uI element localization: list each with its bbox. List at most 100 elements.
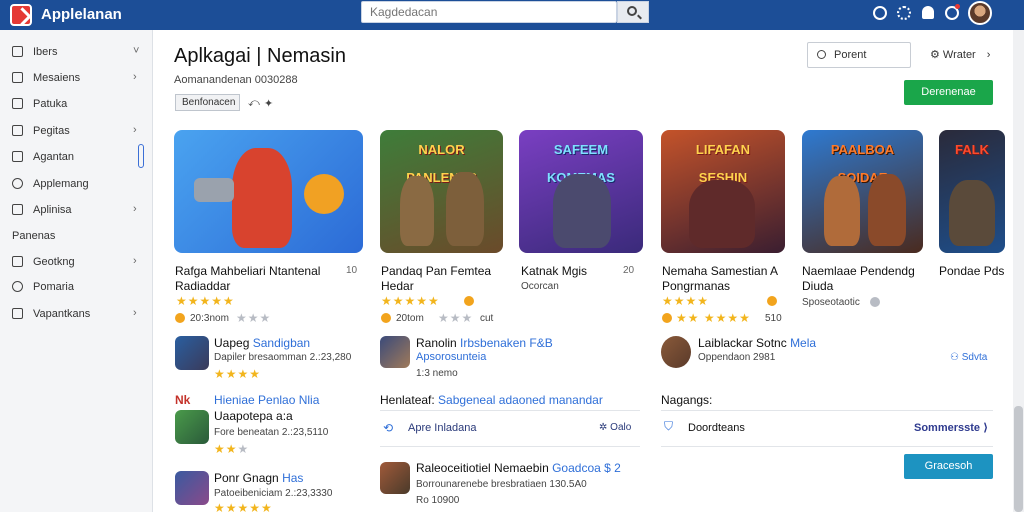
sidebar-item-6[interactable]: Aplinisa › [0,198,153,222]
list-section-title: Nagangs: [661,393,713,407]
award-icon [767,296,777,306]
avatar[interactable] [661,336,691,368]
card-title[interactable]: Nemaha Samestian A Pongrmanas [662,264,787,294]
list-item-meta: Ro 10900 [416,495,460,506]
view-label: Wrater [942,49,976,61]
page-subtitle: Aomanandenan 0030288 [174,74,298,86]
game-card-image[interactable]: SAFEEM KOMEMAS [519,130,643,253]
folder-icon [12,308,23,319]
primary-button[interactable]: Derenenae [904,80,993,105]
game-banner: LIFAFAN SESHIN [695,142,751,185]
scrollbar-thumb[interactable] [1014,406,1023,512]
home-icon [12,46,23,57]
game-banner: PAALBOA SOIDAE [830,142,895,185]
card-title[interactable]: Rafga Mahbeliari Ntantenal Radiaddar [175,264,335,294]
card-title[interactable]: Pondae Pds [939,264,1009,279]
list-item-title[interactable]: Apre Inladana [408,422,477,434]
card-meta: 20:3nom [190,313,229,324]
share-icon[interactable]: ⤺ [248,97,260,110]
game-card-image[interactable]: PAALBOA SOIDAE [802,130,923,253]
notification-badge [955,4,960,9]
game-card-image[interactable]: NALOR PANLENAS [380,130,503,253]
list-item-action[interactable]: ⚇ Sdvta [950,352,987,363]
gear-icon[interactable] [897,6,911,20]
sidebar-item-label: Pomaria [33,281,74,293]
bell-icon[interactable] [922,6,934,19]
search-button[interactable] [617,1,649,23]
list-item-meta: ✲ Oalo [599,422,632,433]
game-banner: NALOR PANLENAS [406,142,477,185]
list-thumbnail[interactable] [175,336,209,370]
game-card-image[interactable] [174,130,363,253]
view-options-link[interactable]: ⚙ Wrater › [930,48,990,61]
sidebar-item-label: Ibers [33,46,58,58]
settings-icon: ⚙ [930,49,943,61]
list-item-tag: Nk [175,393,191,407]
sidebar-item-label: Pegitas [33,125,70,137]
tools-icon [12,204,23,215]
search-input[interactable] [361,1,617,23]
card-title[interactable]: Naemlaae Pendendg Diuda [802,264,927,294]
avatar[interactable] [968,1,992,25]
sidebar-item-label: Geotkng [33,256,75,268]
calendar-icon [12,151,23,162]
divider [380,446,640,447]
list-thumbnail[interactable] [175,471,209,505]
sidebar-item-3[interactable]: Pegitas › [0,119,153,143]
sidebar-item-1[interactable]: Mesaiens › [0,66,153,90]
sidebar-item-5[interactable]: Applemang [0,172,153,196]
award-icon [662,313,672,323]
rating-stars: ★★★★ [214,367,262,381]
sidebar-item-home[interactable]: Ibers ˅ [0,40,153,64]
card-title[interactable]: Pandaq Pan Femtea Hedar [381,264,501,294]
list-item-title[interactable]: Hieniae Penlao Nlia [214,393,319,407]
chevron-right-icon: › [133,255,137,267]
character-figure [868,174,906,246]
rating-stars: ★★ ★★★★ [676,311,751,325]
help-icon[interactable] [873,6,887,20]
sidebar-item-label: Vapantkans [33,308,91,320]
game-card-image[interactable]: LIFAFAN SESHIN [661,130,785,253]
app-logo-icon[interactable] [10,4,32,26]
character-figure [553,174,611,248]
character-figure [232,148,292,248]
rating-stars: ★★★ [214,442,250,456]
list-item-title[interactable]: Raleoceitiotiel Nemaebin Goadcoa $ 2 [416,461,621,475]
list-item-title[interactable]: Ponr Gnagn Has [214,471,303,485]
list-thumbnail[interactable] [175,410,209,444]
rating-stars: ★★★ [236,311,272,325]
shield-icon: ⛉ [664,419,674,433]
category-tag[interactable]: Benfonacen [175,94,240,111]
filter-field[interactable]: Porent [807,42,911,68]
list-item-title[interactable]: Henlateaf: Sabgeneal adaoned manandar [380,393,603,407]
chevron-right-icon: › [133,307,137,319]
game-card-image[interactable]: FALK [939,130,1005,253]
search-icon [817,50,826,59]
sidebar-section-title: Panenas [12,230,56,242]
sidebar-item-2[interactable]: Patuka [0,92,153,116]
list-item-title[interactable]: Ranolin Irbsbenaken F&B [416,336,553,350]
list-thumbnail[interactable] [380,336,410,368]
secondary-button[interactable]: Gracesoh [904,454,993,479]
pin-icon[interactable]: ✦ [264,97,273,110]
character-figure [949,180,995,246]
sidebar-item-8[interactable]: Pomaria [0,275,153,299]
sidebar-item-7[interactable]: Geotkng › [0,250,153,274]
page-title: Aplkagai | Nemasin [174,45,346,67]
sidebar-item-4[interactable]: Agantan [0,145,153,169]
list-thumbnail[interactable] [380,462,410,494]
globe-icon [12,281,23,292]
list-item-title[interactable]: Uapeg Sandigban [214,336,310,350]
card-price: 10 [346,265,358,276]
blaster-figure [194,178,234,202]
card-meta: Ocorcan [521,281,559,292]
character-figure [400,176,434,246]
card-meta: 20tom [396,313,424,324]
list-item-title[interactable]: Doordteans [688,422,745,434]
rating-stars: ★★★★★ [214,501,273,515]
card-title[interactable]: Katnak Mgis [521,264,611,279]
list-item-title[interactable]: Laiblackar Sotnc Mela [698,336,816,350]
divider [661,446,993,447]
more-link[interactable]: Sommersste ⟩ [914,421,988,434]
sidebar-item-9[interactable]: Vapantkans › [0,302,153,326]
